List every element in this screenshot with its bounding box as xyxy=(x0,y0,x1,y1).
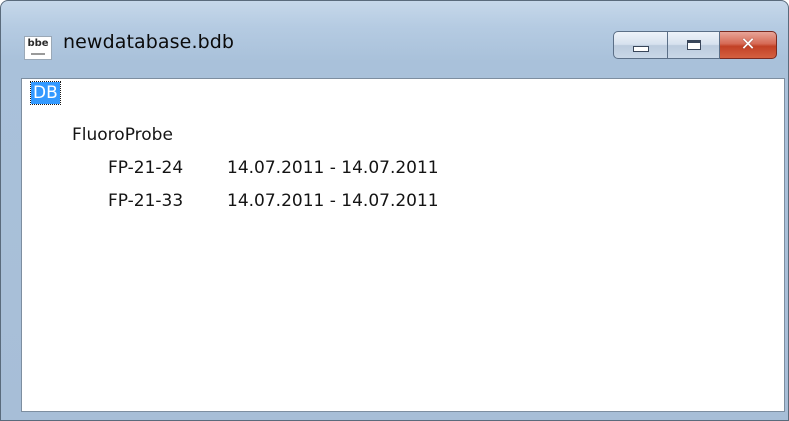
maximize-icon xyxy=(686,40,701,50)
file-id: FP-21-33 xyxy=(108,191,184,211)
tree-node-instrument[interactable]: FluoroProbe xyxy=(72,124,173,146)
window-title: newdatabase.bdb xyxy=(63,31,235,53)
tree-node-file[interactable]: FP-21-33 14.07.2011 - 14.07.2011 xyxy=(108,190,439,212)
file-date-range: 14.07.2011 - 14.07.2011 xyxy=(227,191,439,211)
close-button[interactable]: ✕ xyxy=(720,31,777,59)
bbe-app-icon[interactable]: bbe xyxy=(24,36,52,60)
tree-view[interactable]: DB FluoroProbe FP-21-24 14.07.2011 - 14.0… xyxy=(21,78,785,412)
tree-node-root[interactable]: DB xyxy=(30,81,61,105)
file-date-range: 14.07.2011 - 14.07.2011 xyxy=(227,158,439,178)
maximize-button[interactable] xyxy=(668,31,720,59)
minimize-icon xyxy=(632,46,649,52)
app-window: bbe newdatabase.bdb ✕ DB FluoroProbe FP-… xyxy=(0,0,789,421)
tree-node-file[interactable]: FP-21-24 14.07.2011 - 14.07.2011 xyxy=(108,157,439,179)
file-id: FP-21-24 xyxy=(108,158,184,178)
close-icon: ✕ xyxy=(740,34,756,55)
title-bar[interactable]: bbe newdatabase.bdb ✕ xyxy=(1,1,788,79)
database-tree: DB FluoroProbe FP-21-24 14.07.2011 - 14.0… xyxy=(22,79,784,411)
caption-buttons: ✕ xyxy=(613,31,777,59)
minimize-button[interactable] xyxy=(613,31,668,59)
